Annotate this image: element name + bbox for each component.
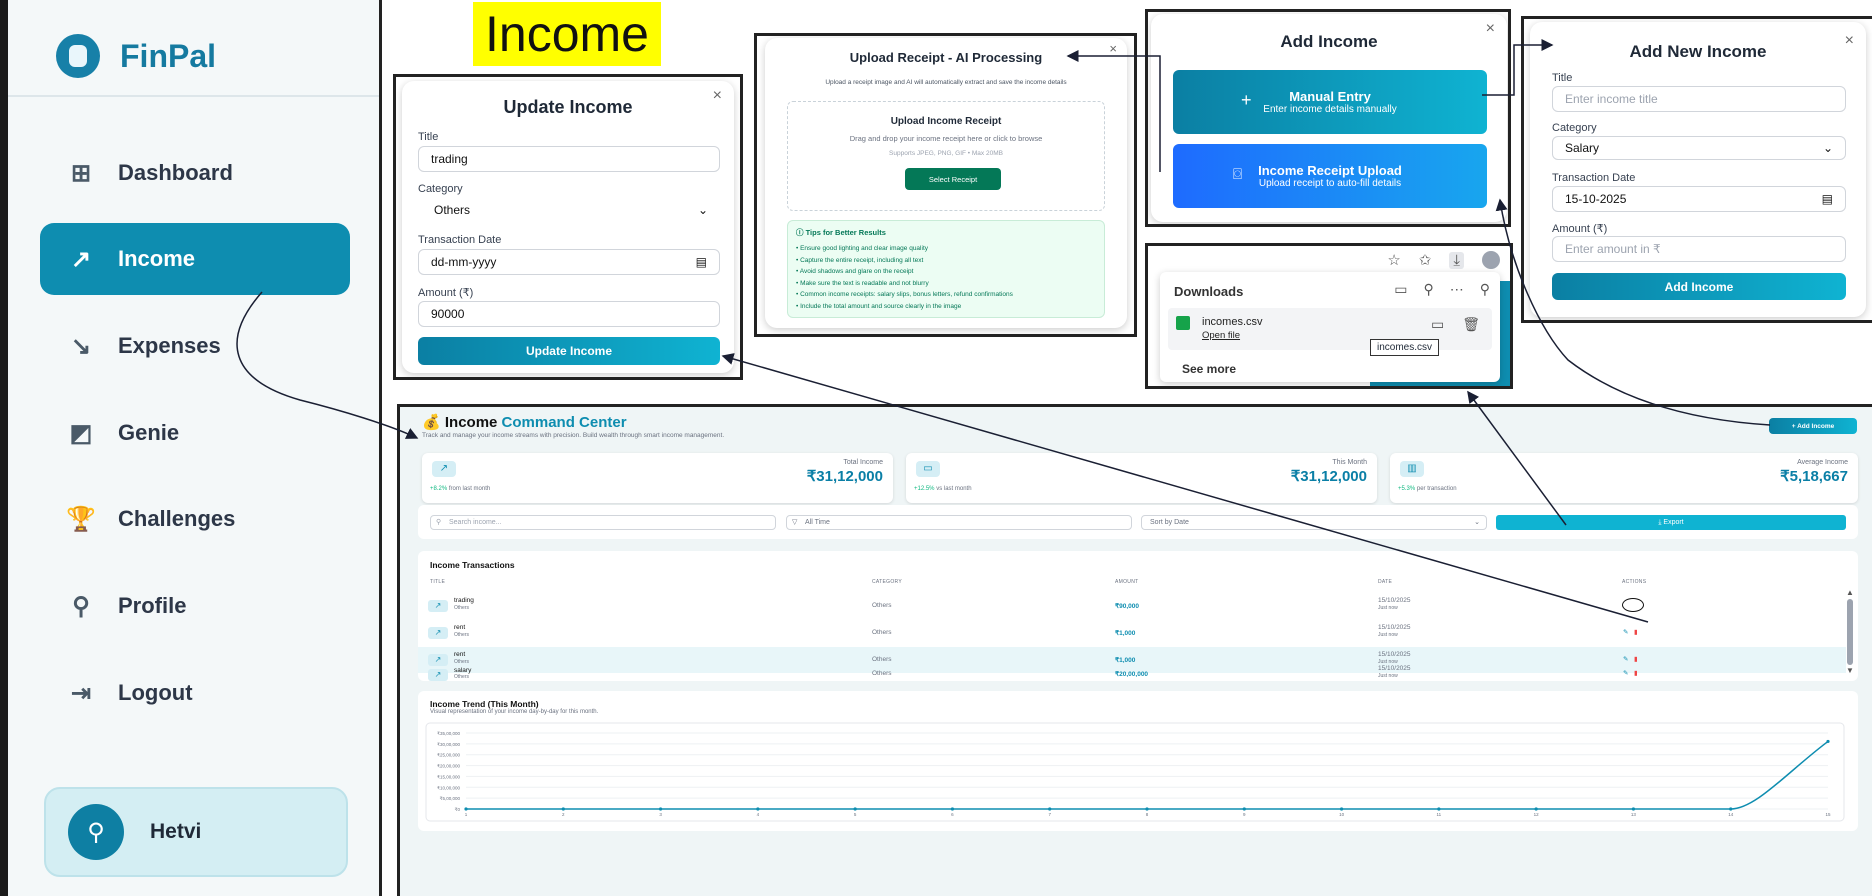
arrow-edit-to-update bbox=[721, 353, 1649, 623]
arrow-add-to-chooser bbox=[1495, 198, 1771, 426]
arrow-upload-to-receipt bbox=[1066, 50, 1161, 172]
annotation-arrows bbox=[236, 39, 1771, 623]
arrow-export-to-downloads bbox=[1467, 390, 1567, 526]
arrow-sidebar-to-dashboard bbox=[236, 291, 419, 439]
arrow-manual-to-new bbox=[1482, 39, 1554, 96]
